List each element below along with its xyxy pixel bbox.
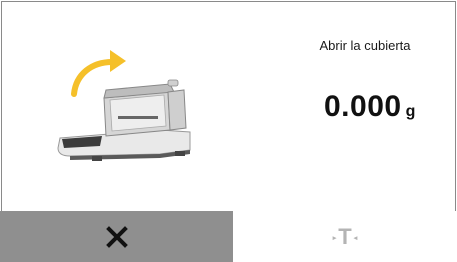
weight-value: 0.000 [324, 90, 402, 123]
balance-open-door-icon [40, 40, 210, 170]
weight-unit: g [405, 103, 416, 120]
arrow-head-icon [110, 50, 126, 72]
tare-label: T [338, 223, 352, 249]
balance-foot-right-icon [175, 151, 185, 156]
close-icon [105, 225, 128, 248]
draft-shield-side-icon [167, 89, 187, 131]
tare-right-marker: ◂ [353, 234, 358, 242]
tare-button[interactable]: ▸ T ◂ [233, 211, 457, 262]
weighing-pan-icon [118, 116, 158, 119]
balance-foot-left-icon [92, 156, 102, 161]
cancel-button[interactable] [0, 211, 233, 262]
balance-screen: Abrir la cubierta 0.000 g ▸ T ◂ [0, 0, 457, 262]
tare-left-marker: ▸ [332, 234, 337, 242]
action-bar: ▸ T ◂ [0, 211, 457, 262]
status-message: Abrir la cubierta [319, 38, 411, 53]
tare-icon: ▸ T ◂ [331, 224, 359, 250]
balance-illustration [57, 50, 191, 161]
draft-shield-handle-icon [167, 79, 179, 87]
open-arrow-icon [71, 59, 115, 97]
draft-shield-glass-icon [109, 94, 167, 132]
weight-readout: 0.000 g [324, 90, 434, 124]
